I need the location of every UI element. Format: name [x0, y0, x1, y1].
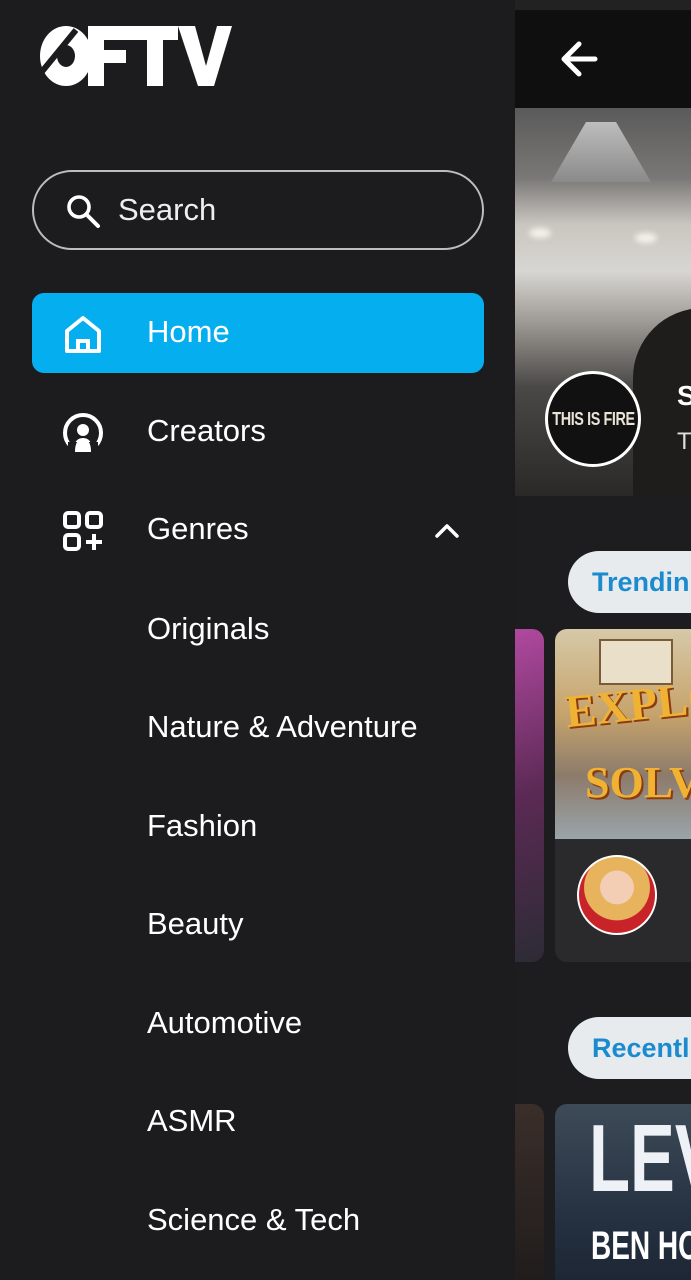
search-icon: [67, 195, 100, 228]
section-pill-trending[interactable]: Trendin: [568, 551, 691, 613]
search-input[interactable]: Search: [32, 170, 484, 250]
section-pill-recent[interactable]: Recentl: [568, 1017, 691, 1079]
back-arrow-icon[interactable]: [553, 32, 607, 86]
video-card[interactable]: [515, 629, 544, 962]
featured-video-hero[interactable]: THIS IS FIRE S T: [515, 108, 691, 496]
nav-item-label: Home: [147, 314, 230, 349]
nav-item-home[interactable]: Home: [32, 293, 484, 373]
navigation-drawer: Search Home Creators Genres Originals Na…: [0, 0, 515, 1280]
channel-avatar[interactable]: THIS IS FIRE: [545, 371, 641, 467]
genre-item-fashion[interactable]: Fashion: [147, 808, 257, 844]
genres-icon: [63, 511, 103, 551]
hood-light: [529, 228, 551, 238]
channel-logo-text: THIS IS FIRE: [551, 408, 635, 429]
thumbnail-text: EXPLO: [562, 669, 691, 738]
video-thumbnail: EXPLO SOLV: [555, 629, 691, 839]
genre-item-science-tech[interactable]: Science & Tech: [147, 1202, 360, 1238]
thumbnail-text: LEV: [589, 1105, 691, 1212]
creator-icon: [63, 413, 103, 454]
oftv-logo[interactable]: [36, 22, 232, 90]
genre-item-automotive[interactable]: Automotive: [147, 1005, 302, 1041]
genre-item-originals[interactable]: Originals: [147, 611, 269, 647]
genre-item-beauty[interactable]: Beauty: [147, 906, 244, 942]
background-app: THIS IS FIRE S T Trendin EXPLO SOLV Rece…: [515, 10, 691, 1280]
video-card[interactable]: [515, 1104, 544, 1280]
video-card[interactable]: LEV BEN HO: [555, 1104, 691, 1280]
nav-item-label: Creators: [147, 413, 266, 448]
featured-title: S: [677, 380, 691, 411]
nav-item-label: Genres: [147, 511, 249, 546]
home-icon: [65, 316, 101, 353]
range-hood: [551, 122, 651, 182]
genre-item-nature-adventure[interactable]: Nature & Adventure: [147, 709, 418, 745]
genre-item-asmr[interactable]: ASMR: [147, 1103, 237, 1139]
nav-item-genres[interactable]: Genres: [32, 490, 484, 570]
featured-subtitle: T: [677, 428, 691, 455]
creator-avatar[interactable]: [577, 855, 657, 935]
hood-light: [635, 233, 657, 243]
top-app-bar: [515, 10, 691, 108]
search-placeholder: Search: [118, 192, 217, 227]
nav-item-creators[interactable]: Creators: [32, 392, 484, 472]
thumbnail-text: BEN HO: [591, 1224, 691, 1268]
thumbnail-text: SOLV: [585, 758, 691, 807]
chevron-up-icon[interactable]: [432, 516, 462, 546]
video-card[interactable]: EXPLO SOLV: [555, 629, 691, 962]
